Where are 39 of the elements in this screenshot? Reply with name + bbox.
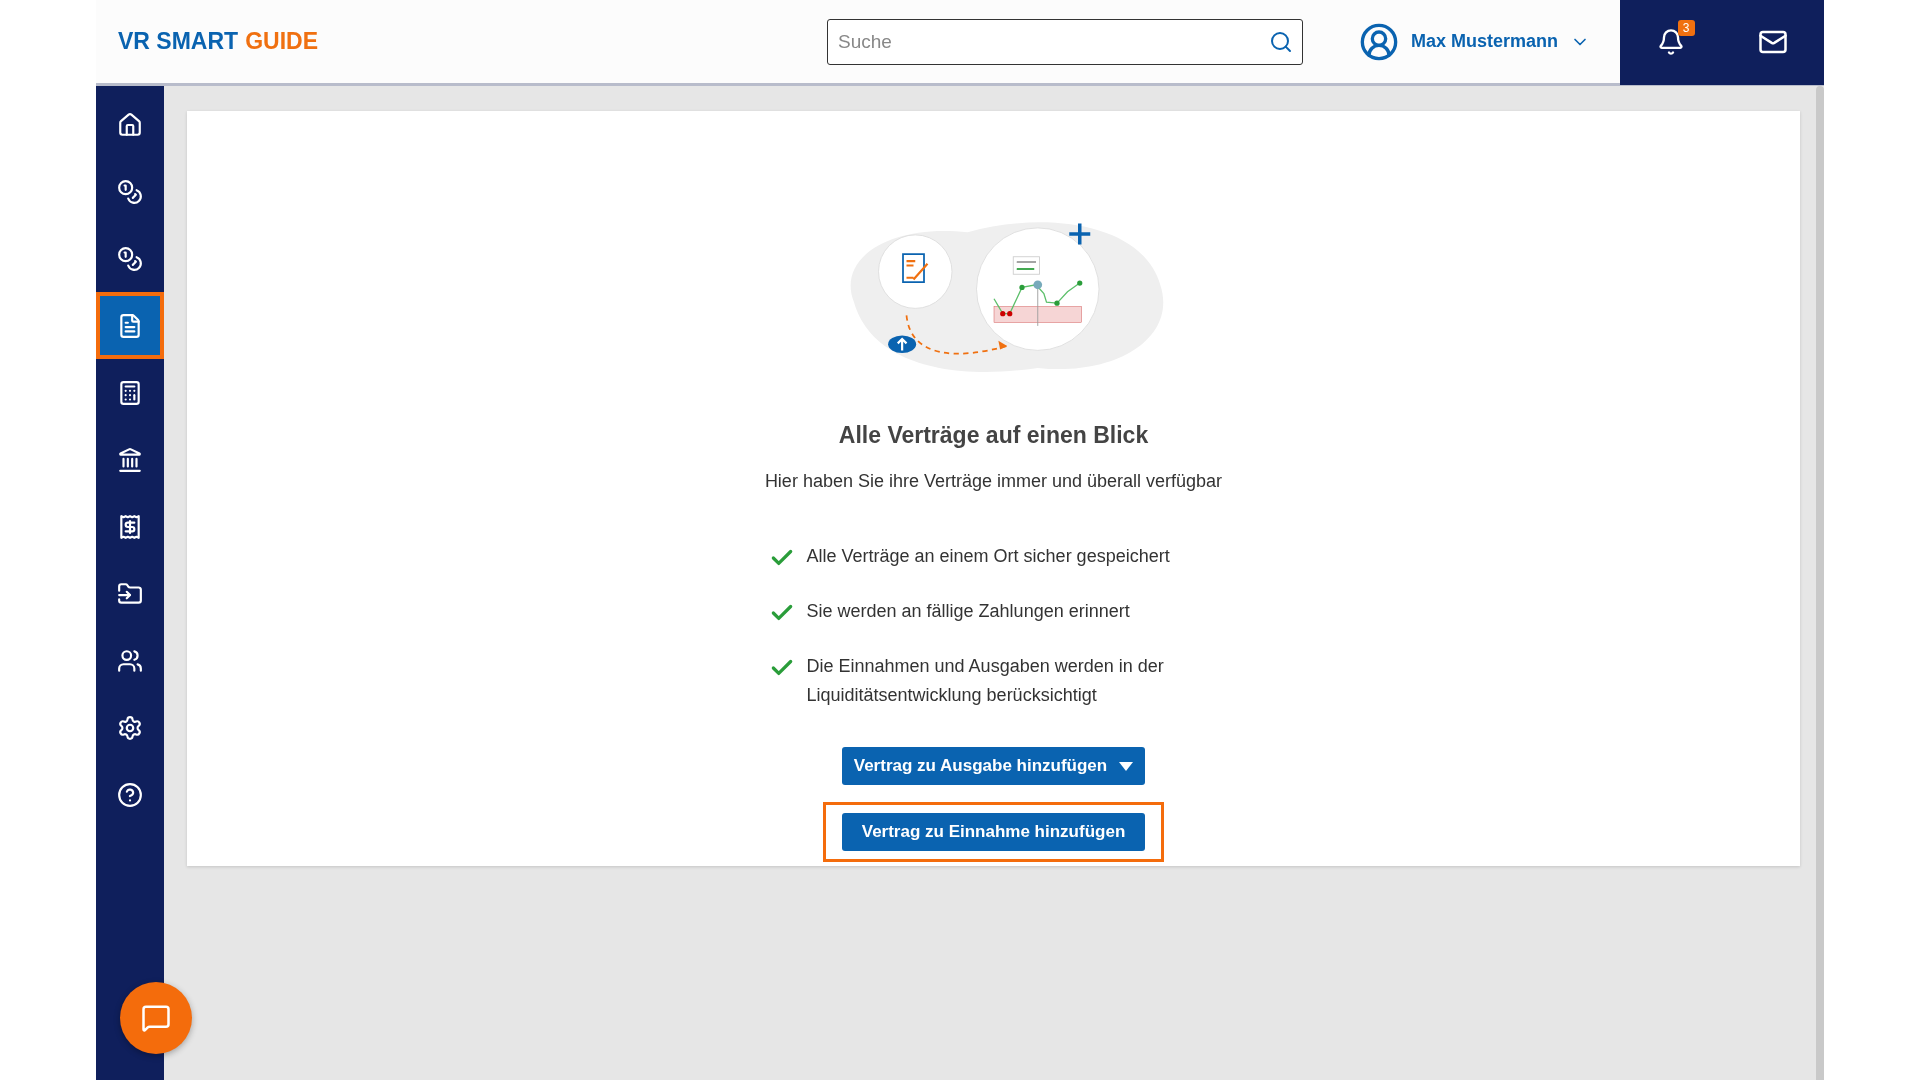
- feature-text: Die Einnahmen und Ausgaben werden in der Liquiditätsentwicklung berücksichtigt: [806, 655, 1165, 707]
- sidebar-item[interactable]: [96, 292, 164, 359]
- feature-text: Alle Verträge an einem Ort sicher gespeichert: [806, 545, 1170, 568]
- feature-text: Sie werden an fällige Zahlungen erinnert: [806, 600, 1130, 623]
- folder-icon: [117, 580, 143, 607]
- document-icon: [117, 312, 143, 339]
- logo-text: VR SMART: [118, 28, 239, 55]
- plus-icon: [1067, 221, 1092, 247]
- scrollbar[interactable]: [1816, 86, 1824, 1080]
- add-button[interactable]: Vertrag zu Einnahme hinzufügen: [842, 813, 1145, 851]
- document-edit-icon: [877, 234, 952, 309]
- settings-icon: [117, 714, 143, 741]
- tooltip-drawing: [1012, 256, 1040, 275]
- dropdown-button[interactable]: Vertrag zu Ausgabe hinzufügen: [842, 747, 1145, 785]
- search-field[interactable]: Suche: [826, 18, 1303, 65]
- user-avatar-icon: [1358, 21, 1399, 62]
- home-icon: [117, 111, 143, 138]
- bank-icon: [117, 446, 143, 473]
- coins-icon: [117, 178, 143, 205]
- users-icon: [117, 647, 143, 674]
- help-icon: [117, 781, 143, 808]
- receipt-icon: [117, 513, 143, 540]
- cloud-upload-icon: [887, 335, 916, 353]
- page-title: Alle Verträge auf einen Blick: [838, 422, 1149, 449]
- chat-icon: [141, 1003, 171, 1033]
- search-icon[interactable]: [1268, 29, 1293, 54]
- subtitle: Hier haben Sie ihre Verträge immer und überall verfügbar: [764, 471, 1223, 492]
- chat-button[interactable]: [120, 982, 192, 1054]
- user-menu[interactable]: Max Mustermann: [1352, 20, 1596, 63]
- coins-icon: [117, 245, 143, 272]
- calculator-icon: [117, 379, 143, 406]
- chart-point: [1018, 284, 1025, 290]
- logo-text: GUIDE: [245, 28, 318, 55]
- notification-count: 3: [1677, 19, 1695, 36]
- bell-icon: [1656, 27, 1685, 56]
- chart-point: [1032, 280, 1042, 290]
- chart-point: [1053, 300, 1060, 306]
- caret-icon: [1119, 761, 1134, 771]
- chart-point: [1076, 280, 1082, 286]
